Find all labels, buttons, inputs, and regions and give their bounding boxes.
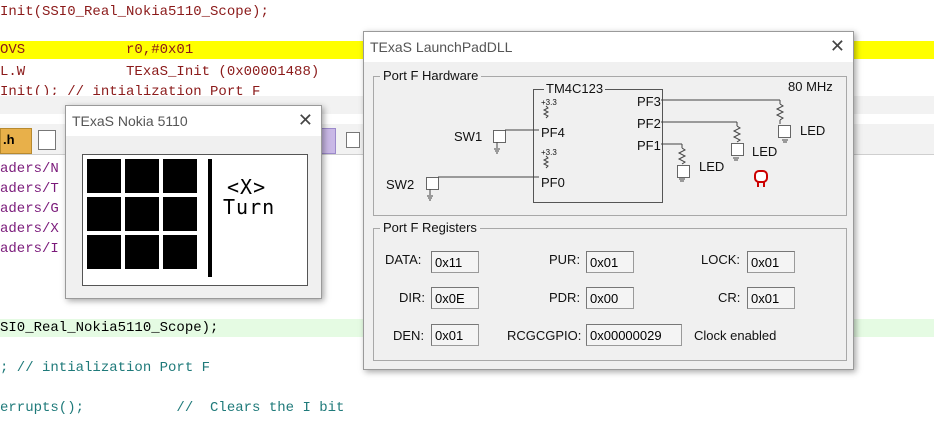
nokia-title: TExaS Nokia 5110 [72,113,188,129]
led-pf1-indicator [677,165,690,178]
clock-status: Clock enabled [694,328,777,343]
group-title: Port F Registers [380,220,480,235]
board-divider [208,159,212,277]
data-label: DATA: [385,252,422,267]
data-field[interactable]: 0x11 [431,251,479,273]
rcgcgpio-label: RCGCGPIO: [507,328,582,343]
board-cell [87,159,121,193]
include-line: aders/I [0,241,59,257]
lock-label: LOCK: [701,252,741,267]
nokia-titlebar[interactable]: TExaS Nokia 5110 ✕ [66,106,321,136]
dir-label: DIR: [399,290,425,305]
pdr-field[interactable]: 0x00 [586,287,634,309]
den-label: DEN: [393,328,425,343]
file-icon[interactable] [38,130,56,150]
code-line: Init(); // intialization Port F [0,84,261,95]
lock-field[interactable]: 0x01 [747,251,795,273]
den-field[interactable]: 0x01 [431,324,479,346]
launchpad-window[interactable]: TExaS LaunchPadDLL ✕ Port F Hardware TM4… [363,31,854,370]
tab-purple[interactable] [320,128,336,154]
led-pf2-indicator [731,143,744,156]
include-line: aders/X [0,221,59,237]
include-line: aders/T [0,181,59,197]
code-line: Init(SSI0_Real_Nokia5110_Scope); [0,4,269,20]
pdr-label: PDR: [549,290,581,305]
include-line: aders/G [0,201,59,217]
led-pf2-label: LED [752,144,778,159]
nokia-lcd-screen: <X> Turn [82,154,308,286]
cr-field[interactable]: 0x01 [747,287,795,309]
tab-file[interactable]: .h [0,128,32,154]
pur-label: PUR: [549,252,581,267]
nokia-window[interactable]: TExaS Nokia 5110 ✕ <X> Turn [65,105,322,299]
board-cell [163,159,197,193]
dir-field[interactable]: 0x0E [431,287,479,309]
cr-label: CR: [718,290,741,305]
board-cell [87,197,121,231]
led-pf3-indicator [778,125,791,138]
include-line: aders/N [0,161,59,177]
led-pf3-label: LED [800,123,826,138]
red-led-icon [754,170,768,188]
code-line: L.W TExaS_Init (0x00001488) [0,64,320,80]
code-line: errupts(); // Clears the I bit [0,400,345,416]
game-board [87,159,203,277]
file-icon[interactable] [346,132,360,148]
code-line: ; // intialization Port F [0,360,211,376]
pur-field[interactable]: 0x01 [586,251,634,273]
rcgcgpio-field[interactable]: 0x00000029 [586,324,682,346]
led-pf1-label: LED [699,159,725,174]
board-cell [163,235,197,269]
board-cell [163,197,197,231]
lcd-text-line2: Turn [223,195,276,219]
board-cell [125,159,159,193]
board-cell [125,235,159,269]
board-cell [87,235,121,269]
close-icon[interactable]: ✕ [298,110,313,131]
tab-file-label: .h [3,132,15,147]
board-cell [125,197,159,231]
